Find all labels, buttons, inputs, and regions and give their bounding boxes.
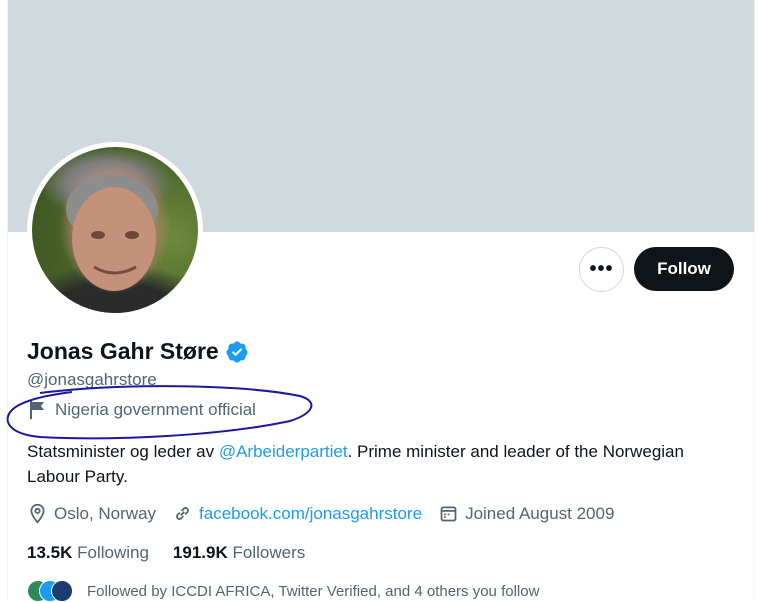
avatar-container[interactable] — [27, 142, 203, 318]
display-name: Jonas Gahr Støre — [27, 338, 219, 364]
followers-link[interactable]: 191.9K Followers — [173, 543, 305, 563]
follow-button[interactable]: Follow — [634, 247, 734, 291]
name-row: Jonas Gahr Støre — [27, 338, 249, 365]
follow-stats: 13.5K Following 191.9K Followers — [27, 543, 329, 563]
profile-meta: Oslo, Norway facebook.com/jonasgahrstore… — [27, 503, 630, 524]
followed-by-avatars — [27, 580, 73, 602]
followers-count: 191.9K — [172, 543, 228, 562]
flag-icon — [30, 401, 44, 419]
calendar-icon — [440, 506, 457, 522]
website-link[interactable]: facebook.com/jonasgahrstore — [199, 504, 422, 524]
avatar-photo — [52, 175, 182, 313]
bio-mention-link[interactable]: @Arbeiderpartiet — [219, 442, 348, 461]
joined-item: Joined August 2009 — [438, 503, 614, 524]
followed-by-row[interactable]: Followed by ICCDI AFRICA, Twitter Verifi… — [27, 580, 539, 602]
more-icon: ••• — [589, 258, 614, 280]
affiliation-text: Nigeria government official — [55, 400, 256, 419]
bio: Statsminister og leder av @Arbeiderparti… — [27, 439, 727, 489]
right-border — [754, 0, 759, 600]
location-item: Oslo, Norway — [27, 503, 156, 524]
mini-avatar — [51, 580, 73, 602]
verified-badge-icon[interactable] — [225, 340, 249, 364]
followed-by-text: Followed by ICCDI AFRICA, Twitter Verifi… — [87, 582, 540, 600]
bio-prefix: Statsminister og leder av — [27, 442, 219, 461]
handle: @jonasgahrstore — [27, 370, 157, 389]
location-pin-icon — [30, 503, 45, 524]
following-count: 13.5K — [27, 543, 73, 562]
link-icon — [176, 507, 189, 520]
left-border — [0, 0, 8, 600]
following-label: Following — [77, 543, 149, 562]
followers-label: Followers — [232, 543, 306, 562]
avatar[interactable] — [32, 147, 198, 313]
affiliation-label[interactable]: Nigeria government official — [29, 400, 256, 420]
location-text: Oslo, Norway — [54, 503, 157, 523]
joined-text: Joined August 2009 — [465, 503, 615, 523]
following-link[interactable]: 13.5K Following — [27, 543, 149, 563]
website-item: facebook.com/jonasgahrstore — [172, 503, 422, 524]
more-options-button[interactable]: ••• — [579, 247, 624, 292]
